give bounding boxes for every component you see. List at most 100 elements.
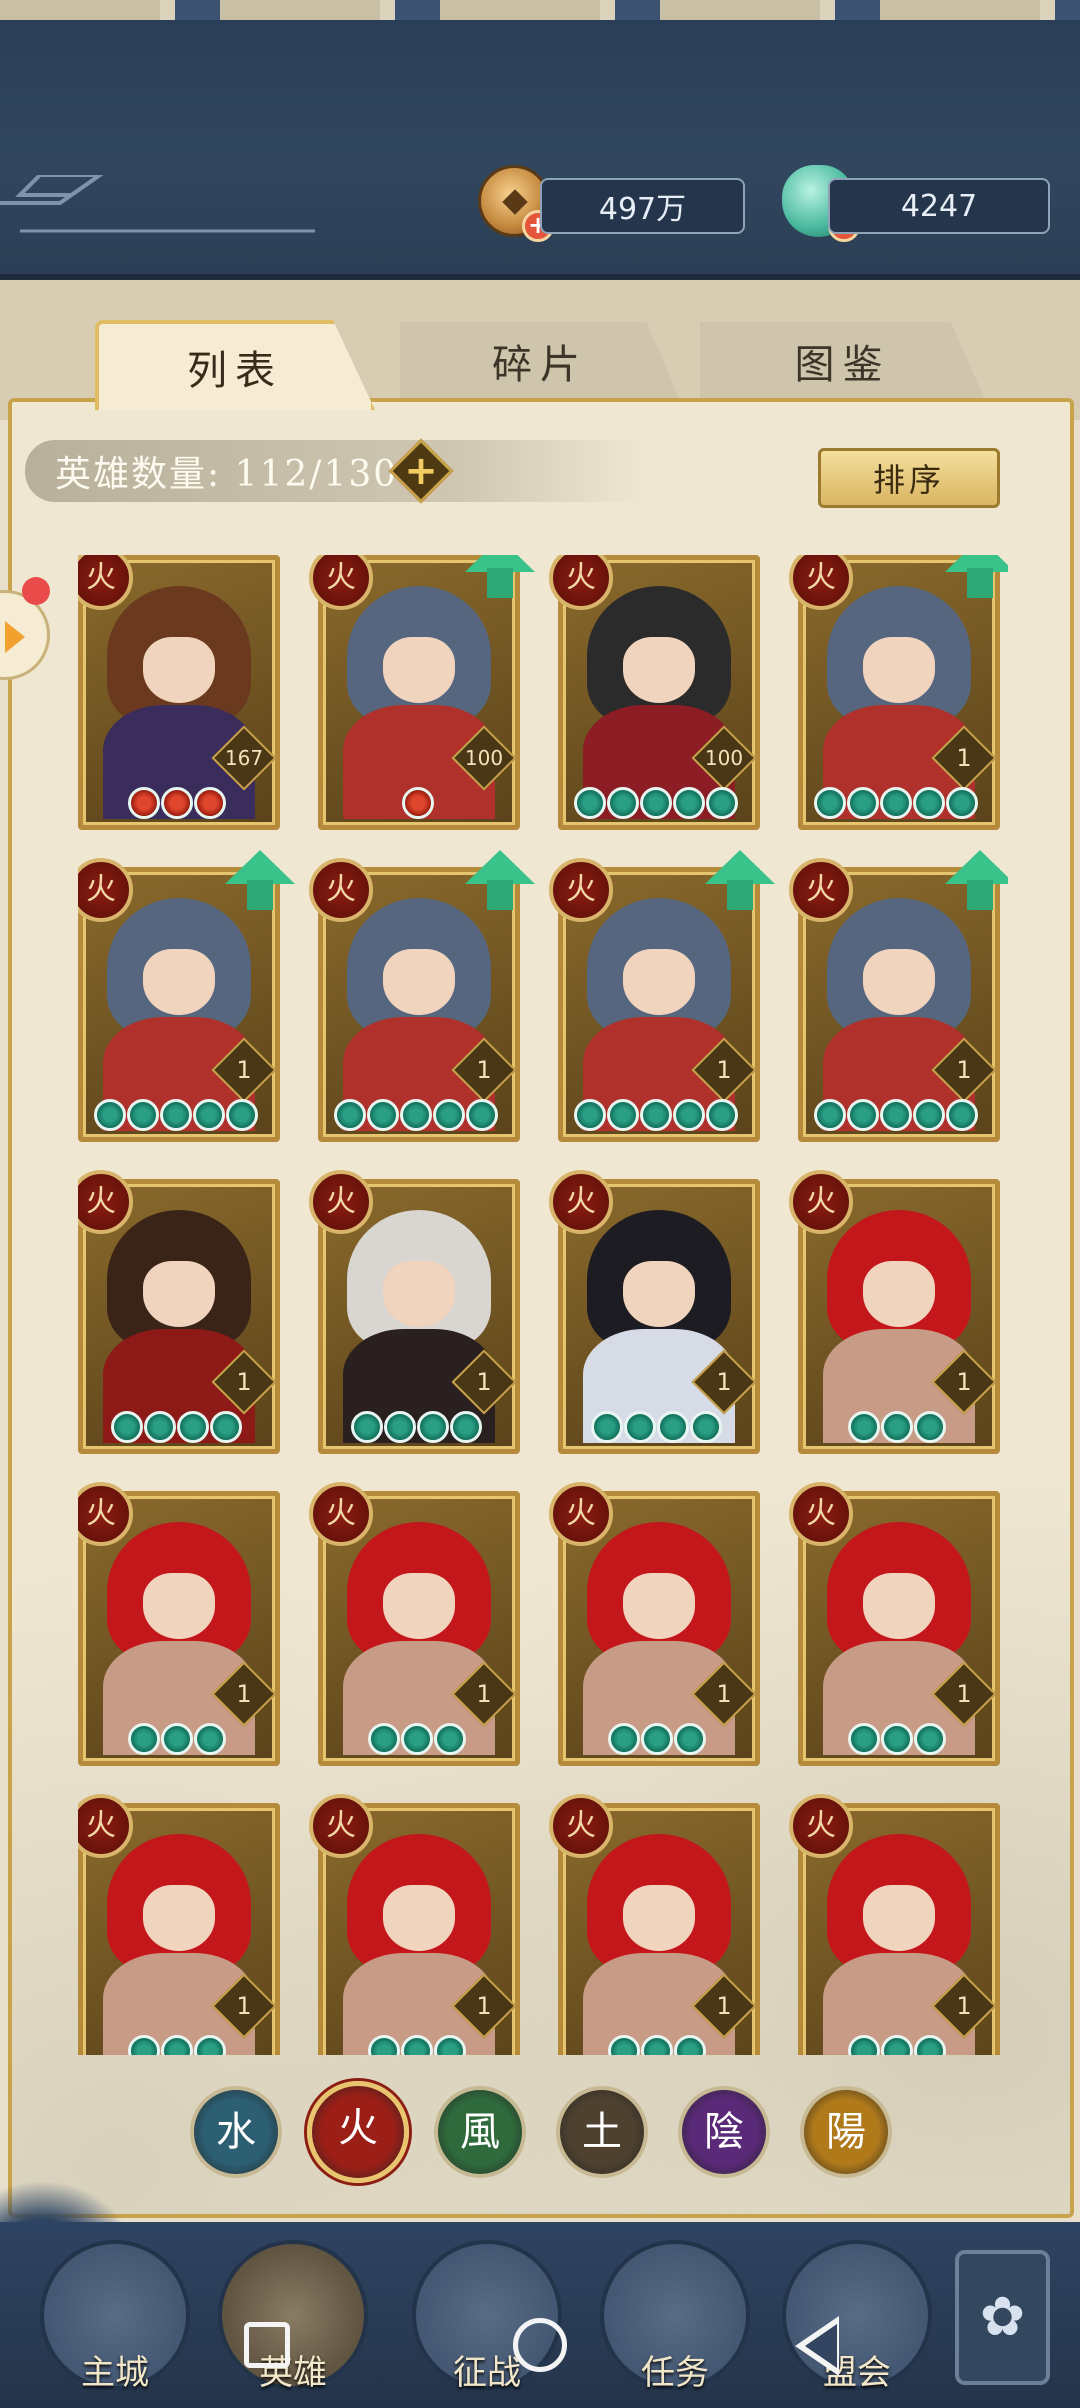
star-icon — [607, 1099, 639, 1131]
star-icon — [690, 1411, 722, 1443]
hero-level: 100 — [464, 746, 504, 770]
fire-element-icon: 火 — [309, 1170, 373, 1234]
hero-card[interactable]: 火1 — [78, 1170, 280, 1454]
star-icon — [814, 1099, 846, 1131]
hero-face — [863, 636, 935, 703]
star-icon — [674, 1723, 706, 1755]
hero-stars — [83, 787, 275, 819]
star-icon — [434, 2035, 466, 2055]
star-icon — [880, 1099, 912, 1131]
bottom-navigation: ✿ 主城 英雄 征战 任务 盟会 — [0, 2222, 1080, 2408]
nav-heroes[interactable]: 英雄 — [218, 2240, 368, 2393]
hero-level: 1 — [716, 1680, 732, 1708]
coins-value: 497万 — [598, 192, 687, 227]
hero-face — [143, 1884, 215, 1951]
nav-tasks-label: 任务 — [641, 2353, 709, 2393]
tab-fragments[interactable]: 碎片 — [400, 322, 680, 400]
hero-face — [383, 1884, 455, 1951]
hero-card[interactable]: 火1 — [78, 1794, 280, 2055]
decorative-strip — [0, 0, 1080, 20]
tab-fragments-label: 碎片 — [492, 342, 588, 388]
hero-card[interactable]: 火1 — [309, 1794, 520, 2055]
hero-card[interactable]: 火1 — [789, 1482, 1000, 1766]
cloud-pattern-icon — [0, 175, 315, 233]
arrow-right-icon — [5, 621, 25, 653]
fire-element-icon: 火 — [309, 1794, 373, 1858]
star-icon — [401, 2035, 433, 2055]
star-icon — [368, 2035, 400, 2055]
tab-list[interactable]: 列表 — [95, 320, 375, 410]
star-icon — [608, 1723, 640, 1755]
star-icon — [433, 1099, 465, 1131]
jade-value: 4247 — [900, 188, 978, 224]
element-filter-water[interactable]: 水 — [190, 2086, 282, 2178]
hero-card[interactable]: 火1 — [789, 1170, 1000, 1454]
more-menu-button[interactable]: ✿ — [955, 2250, 1050, 2385]
star-icon — [351, 1411, 383, 1443]
star-icon — [706, 1099, 738, 1131]
back-button[interactable] — [795, 2316, 839, 2376]
hero-card[interactable]: 火 167 — [78, 555, 280, 830]
nav-tasks[interactable]: 任务 — [600, 2240, 750, 2393]
element-filter-earth[interactable]: 土 — [556, 2086, 648, 2178]
nav-main-city[interactable]: 主城 — [40, 2240, 190, 2393]
hero-card[interactable]: 火1 — [309, 1482, 520, 1766]
element-filter-wind[interactable]: 風 — [434, 2086, 526, 2178]
hero-level: 1 — [236, 1368, 252, 1396]
hero-screen: { "resources": { "coins": {"value": "497… — [0, 0, 1080, 2408]
tab-codex-label: 图鉴 — [794, 342, 891, 388]
star-icon — [641, 1723, 673, 1755]
hero-card[interactable]: 火1 — [309, 850, 535, 1142]
recent-apps-button[interactable] — [244, 2322, 290, 2368]
hero-face — [623, 1572, 695, 1639]
hero-card[interactable]: 火1 — [78, 1482, 280, 1766]
hero-count: 英雄数量: 112/130 — [25, 440, 645, 502]
hero-card[interactable]: 火1 — [789, 555, 1008, 830]
star-icon — [128, 787, 160, 819]
hero-card[interactable]: 火1 — [789, 850, 1008, 1142]
hero-stars — [563, 1411, 755, 1443]
hero-card[interactable]: 火1 — [549, 1482, 760, 1766]
fire-element-icon: 火 — [549, 1170, 613, 1234]
hero-card[interactable]: 火 100 — [309, 555, 535, 830]
hero-face — [623, 948, 695, 1015]
sort-button[interactable]: 排序 — [818, 448, 1000, 508]
hero-stars — [803, 1099, 995, 1131]
hero-card[interactable]: 火1 — [549, 1170, 760, 1454]
star-icon — [848, 1723, 880, 1755]
hero-face — [863, 1884, 935, 1951]
star-icon — [400, 1099, 432, 1131]
element-filter-yang[interactable]: 陽 — [800, 2086, 892, 2178]
star-icon — [913, 1099, 945, 1131]
hero-card[interactable]: 火 100 — [549, 555, 760, 830]
star-icon — [574, 787, 606, 819]
hero-face — [383, 1572, 455, 1639]
star-icon — [640, 787, 672, 819]
element-filter-fire[interactable]: 火 — [307, 2081, 409, 2183]
hero-card[interactable]: 火1 — [789, 1794, 1000, 2055]
tab-codex[interactable]: 图鉴 — [700, 322, 985, 400]
hero-card[interactable]: 火1 — [78, 850, 295, 1142]
hero-level: 1 — [956, 744, 972, 772]
star-icon — [367, 1099, 399, 1131]
home-button[interactable] — [513, 2318, 567, 2372]
star-icon — [384, 1411, 416, 1443]
star-icon — [161, 1723, 193, 1755]
hero-level: 1 — [476, 1680, 492, 1708]
fire-element-icon: 火 — [549, 1482, 613, 1546]
hero-card[interactable]: 火1 — [309, 1170, 520, 1454]
star-icon — [608, 2035, 640, 2055]
star-icon — [814, 787, 846, 819]
hero-card[interactable]: 火1 — [549, 850, 775, 1142]
element-filter-bar: 水火風土陰陽 — [190, 2081, 900, 2186]
hero-stars — [803, 1411, 995, 1443]
hero-level: 1 — [956, 1992, 972, 2020]
star-icon — [226, 1099, 258, 1131]
star-icon — [111, 1411, 143, 1443]
star-icon — [591, 1411, 623, 1443]
hero-card[interactable]: 火1 — [549, 1794, 760, 2055]
element-filter-yin[interactable]: 陰 — [678, 2086, 770, 2178]
star-icon — [914, 1411, 946, 1443]
upgrade-arrow-icon — [945, 850, 1008, 910]
hero-stars — [83, 2035, 275, 2055]
